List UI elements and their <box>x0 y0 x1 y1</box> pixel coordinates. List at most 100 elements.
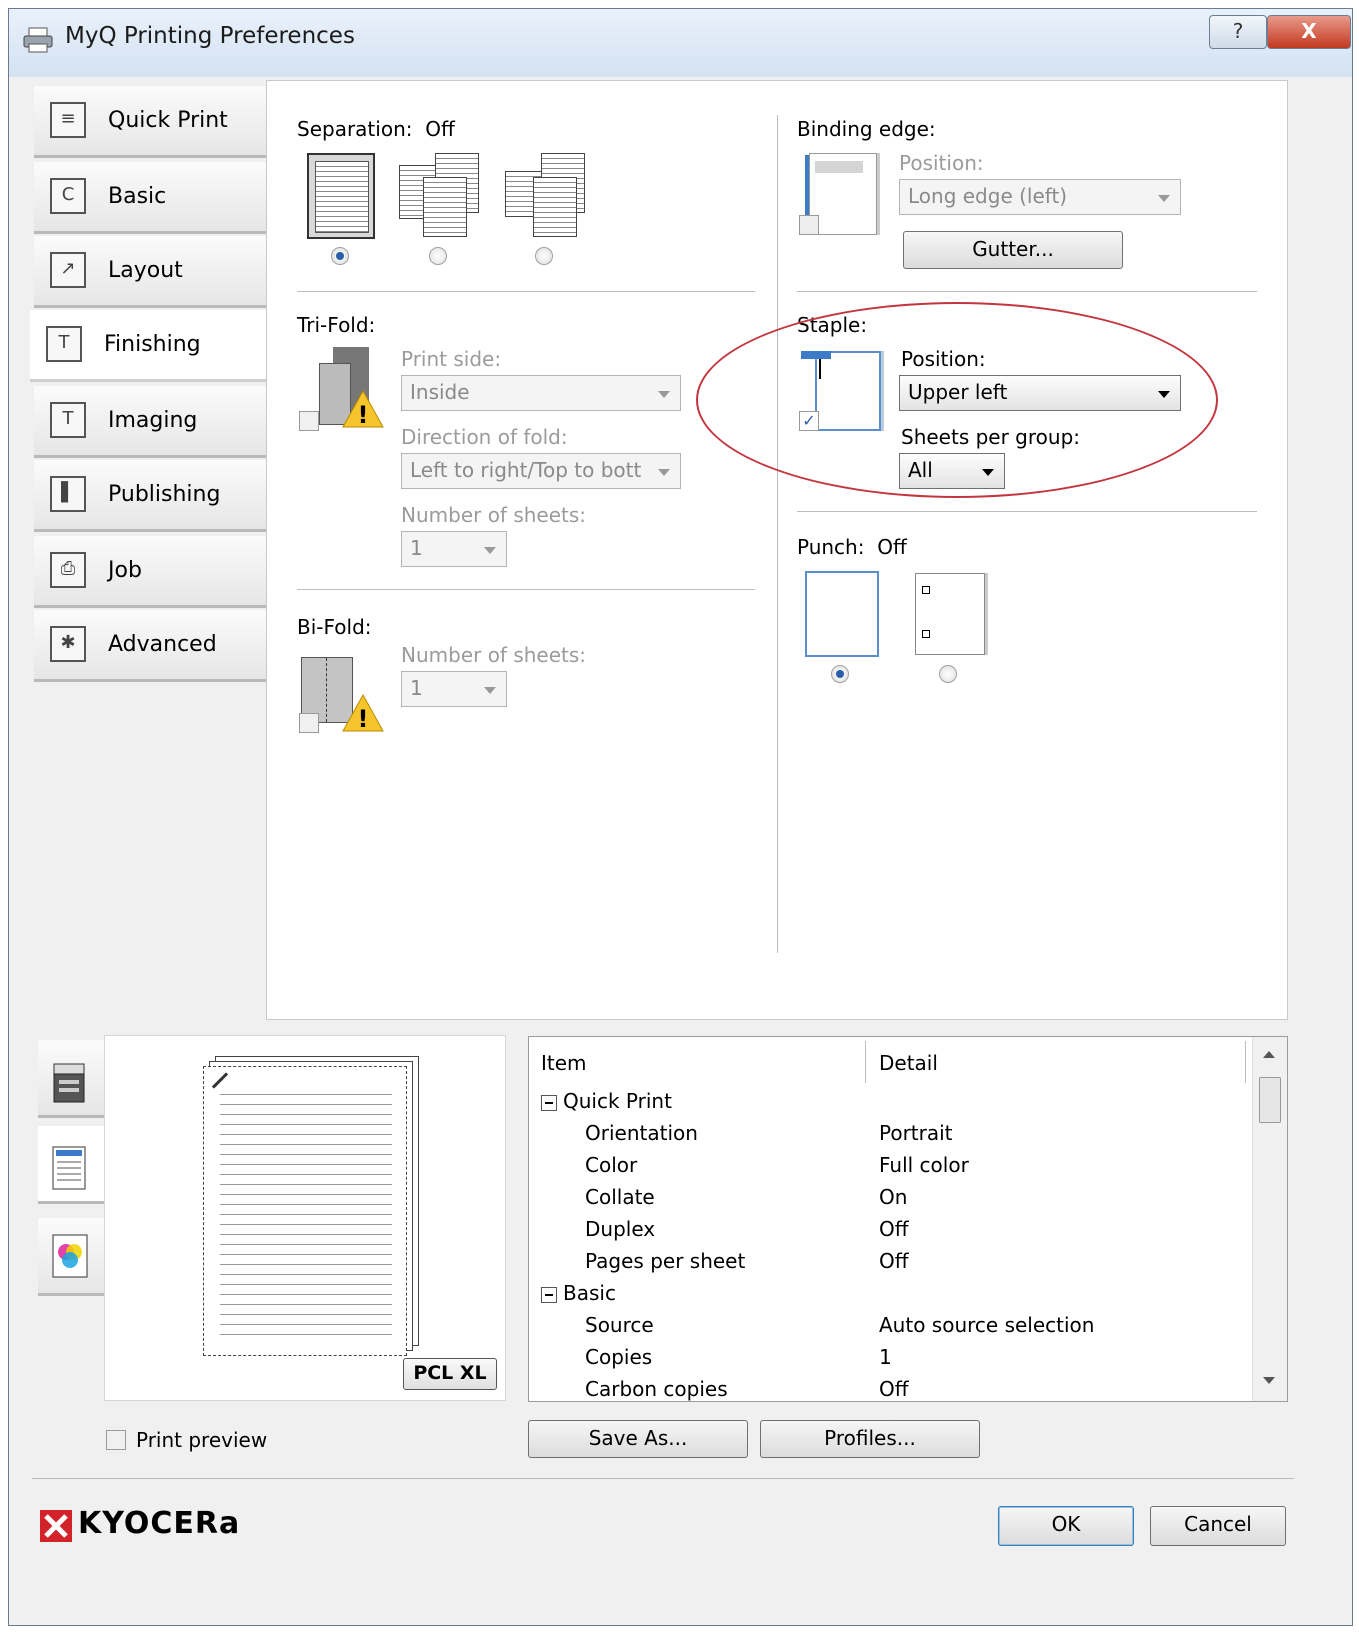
close-button[interactable]: X <box>1267 15 1351 49</box>
tab-layout[interactable]: ↗ Layout <box>34 236 270 308</box>
job-icon: ⎙ <box>50 552 86 588</box>
advanced-icon: ✱ <box>50 626 86 662</box>
quick-print-icon: ≡ <box>50 102 86 138</box>
tab-label: Job <box>108 558 142 583</box>
punch-off-icon[interactable] <box>805 571 879 657</box>
detail-cell: Full color <box>879 1153 969 1177</box>
trifold-sheets-select[interactable]: 1 <box>401 531 507 567</box>
vertical-scrollbar[interactable] <box>1252 1037 1287 1401</box>
item-cell[interactable]: Pages per sheet <box>585 1249 745 1273</box>
trifold-print-side-select[interactable]: Inside <box>401 375 681 411</box>
divider <box>797 291 1257 292</box>
title-bar: MyQ Printing Preferences ? X <box>9 9 1352 77</box>
tab-publishing[interactable]: ▌ Publishing <box>34 460 270 532</box>
bifold-sheets-label: Number of sheets: <box>401 643 587 667</box>
divider <box>797 511 1257 512</box>
gutter-button[interactable]: Gutter... <box>903 231 1123 269</box>
page-preview: PCL XL <box>104 1035 506 1401</box>
svg-text:!: ! <box>358 401 369 429</box>
punch-holes-icon[interactable] <box>915 573 985 655</box>
tab-label: Quick Print <box>108 108 228 133</box>
separation-off-icon[interactable] <box>307 153 375 239</box>
tab-imaging[interactable]: T Imaging <box>34 386 270 458</box>
trifold-direction-select[interactable]: Left to right/Top to bott <box>401 453 681 489</box>
publishing-icon: ▌ <box>50 476 86 512</box>
column-divider <box>1245 1041 1246 1083</box>
bifold-label: Bi-Fold: <box>297 615 372 639</box>
item-cell[interactable]: Color <box>585 1153 637 1177</box>
tab-job[interactable]: ⎙ Job <box>34 536 270 608</box>
scroll-up-arrow[interactable] <box>1263 1051 1275 1058</box>
finishing-panel: Separation: Off Tri-Fold: ! Print side: … <box>266 80 1288 1020</box>
separation-offset-icon[interactable] <box>505 153 589 239</box>
printer-icon <box>23 27 53 53</box>
basic-icon: C <box>50 178 86 214</box>
punch-radio-holes[interactable] <box>939 665 957 683</box>
kyocera-wordmark: KYOCERa <box>78 1506 241 1541</box>
warning-icon: ! <box>341 389 385 429</box>
tab-basic[interactable]: C Basic <box>34 162 270 234</box>
preview-page <box>203 1066 407 1356</box>
column-header-item[interactable]: Item <box>541 1051 587 1075</box>
item-cell[interactable]: Carbon copies <box>585 1377 728 1401</box>
print-preview-checkbox[interactable] <box>106 1430 126 1450</box>
detail-cell: 1 <box>879 1345 892 1369</box>
bifold-sheets-select[interactable]: 1 <box>401 671 507 707</box>
ok-button[interactable]: OK <box>998 1506 1134 1546</box>
punch-label: Punch: Off <box>797 535 907 559</box>
tab-label: Layout <box>108 258 183 283</box>
detail-cell: On <box>879 1185 908 1209</box>
scroll-thumb[interactable] <box>1259 1077 1281 1123</box>
detail-cell: Auto source selection <box>879 1313 1095 1337</box>
document-icon <box>52 1146 86 1190</box>
tab-finishing[interactable]: T Finishing <box>30 310 272 382</box>
trifold-direction-label: Direction of fold: <box>401 425 568 449</box>
trifold-print-side-label: Print side: <box>401 347 502 371</box>
trifold-label: Tri-Fold: <box>297 313 376 337</box>
group-row-label[interactable]: Basic <box>563 1281 616 1305</box>
profiles-button[interactable]: Profiles... <box>760 1420 980 1458</box>
trifold-checkbox[interactable] <box>299 411 319 431</box>
window-title: MyQ Printing Preferences <box>65 23 355 49</box>
cancel-button[interactable]: Cancel <box>1150 1506 1286 1546</box>
tab-page-preview[interactable] <box>38 1126 106 1204</box>
collapse-icon[interactable] <box>541 1287 557 1303</box>
column-header-detail[interactable]: Detail <box>879 1051 938 1075</box>
collapse-icon[interactable] <box>541 1095 557 1111</box>
item-cell[interactable]: Orientation <box>585 1121 698 1145</box>
binding-edge-checkbox[interactable] <box>799 215 819 235</box>
print-preview-label: Print preview <box>136 1428 268 1452</box>
tab-label: Publishing <box>108 482 221 507</box>
binding-position-select[interactable]: Long edge (left) <box>899 179 1181 215</box>
help-button[interactable]: ? <box>1209 15 1267 49</box>
tab-quick-print[interactable]: ≡ Quick Print <box>34 86 270 158</box>
item-cell[interactable]: Duplex <box>585 1217 655 1241</box>
separation-rotate-icon[interactable] <box>399 153 481 239</box>
bifold-checkbox[interactable] <box>299 713 319 733</box>
detail-cell: Off <box>879 1377 909 1401</box>
staple-highlight-ellipse <box>696 302 1218 498</box>
svg-text:!: ! <box>358 705 369 733</box>
tab-color[interactable] <box>38 1218 106 1296</box>
tab-advanced[interactable]: ✱ Advanced <box>34 610 270 682</box>
item-cell[interactable]: Source <box>585 1313 654 1337</box>
divider <box>297 589 755 590</box>
settings-summary-list[interactable]: Item Detail Quick Print Orientation Portra… <box>528 1036 1288 1402</box>
group-row-label[interactable]: Quick Print <box>563 1089 672 1113</box>
separation-radio-off[interactable] <box>331 247 349 265</box>
detail-cell: Off <box>879 1217 909 1241</box>
detail-cell: Off <box>879 1249 909 1273</box>
save-as-button[interactable]: Save As... <box>528 1420 748 1458</box>
separation-radio-offset[interactable] <box>535 247 553 265</box>
tab-label: Imaging <box>108 408 198 433</box>
separation-radio-rotate[interactable] <box>429 247 447 265</box>
separation-label: Separation: Off <box>297 117 455 141</box>
device-icon <box>53 1063 85 1103</box>
warning-icon: ! <box>341 693 385 733</box>
trifold-sheets-label: Number of sheets: <box>401 503 587 527</box>
item-cell[interactable]: Collate <box>585 1185 655 1209</box>
item-cell[interactable]: Copies <box>585 1345 652 1369</box>
tab-device[interactable] <box>38 1040 106 1118</box>
scroll-down-arrow[interactable] <box>1263 1377 1275 1384</box>
punch-radio-off[interactable] <box>831 665 849 683</box>
